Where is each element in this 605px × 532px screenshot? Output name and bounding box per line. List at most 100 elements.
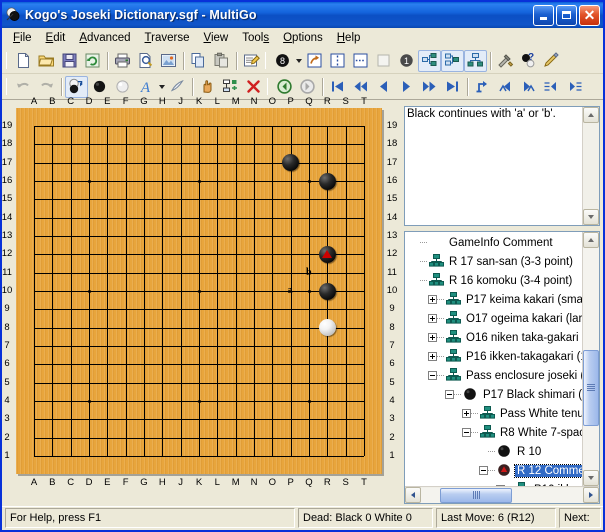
brush-icon[interactable] — [540, 50, 563, 72]
tree-item[interactable]: R 12 Commen — [405, 461, 582, 480]
scroll-up-icon[interactable] — [583, 107, 599, 123]
insert-node-icon[interactable] — [219, 76, 242, 98]
tree-item[interactable]: P17 keima kakari (small k — [405, 290, 582, 309]
tree-expand-icon[interactable] — [428, 314, 437, 323]
tree-item[interactable]: R 10 — [405, 442, 582, 461]
next-variation-icon[interactable] — [517, 76, 540, 98]
tree-vscroll-thumb[interactable] — [583, 350, 599, 426]
menu-file[interactable]: File — [6, 30, 39, 46]
print-preview-icon[interactable] — [134, 50, 157, 72]
toolbar-grip[interactable] — [265, 52, 268, 69]
tree-item[interactable]: Pass enclosure joseki (e — [405, 366, 582, 385]
variation-arrow-icon[interactable] — [303, 50, 326, 72]
tree-item[interactable]: P17 Black shimari (co — [405, 385, 582, 404]
go-board[interactable]: ab AABBCCDDEEFFGGHHJJKKLLMMNNOOPPQQRRSST… — [2, 96, 398, 488]
rewind-10-icon[interactable] — [349, 76, 372, 98]
undo-icon[interactable] — [12, 76, 35, 98]
tree-vscroll-track[interactable] — [583, 248, 599, 470]
prev-sibling-icon[interactable] — [540, 76, 563, 98]
tree-hscroll-track[interactable] — [421, 487, 583, 503]
black-stone-icon[interactable] — [88, 76, 111, 98]
tree-expand-icon[interactable] — [462, 409, 471, 418]
tree-expand-icon[interactable] — [428, 352, 437, 361]
tree-item[interactable]: P10 ikke — [405, 480, 582, 486]
redo-icon[interactable] — [35, 76, 58, 98]
tree-vertical-icon[interactable] — [464, 49, 487, 72]
toolbar-grip[interactable] — [267, 78, 270, 95]
minimize-button[interactable] — [533, 4, 554, 26]
tree-collapse-icon[interactable] — [428, 371, 437, 380]
toolbar-grip[interactable] — [6, 52, 9, 69]
white-stone-icon[interactable] — [111, 76, 134, 98]
tree-item[interactable]: R 16 komoku (3-4 point) — [405, 271, 582, 290]
paste-icon[interactable] — [210, 50, 233, 72]
go-stone-white[interactable] — [318, 319, 336, 337]
label-dropdown-icon[interactable] — [157, 76, 166, 98]
black-stone-number-icon[interactable]: 8 — [271, 50, 294, 72]
blank-box-icon[interactable] — [372, 50, 395, 72]
tree-horizontal-scrollbar[interactable] — [405, 486, 599, 503]
tree-collapse-icon[interactable] — [462, 428, 471, 437]
tree-item[interactable]: O16 niken taka-gakari (t — [405, 328, 582, 347]
menu-options[interactable]: Options — [276, 30, 330, 46]
up-branch-icon[interactable] — [471, 76, 494, 98]
tree-vertical-scrollbar[interactable] — [582, 232, 599, 486]
scroll-down-icon[interactable] — [583, 209, 599, 225]
prev-variation-icon[interactable] — [494, 76, 517, 98]
tree-item[interactable]: R8 White 7-spac — [405, 423, 582, 442]
tree-scroll-up-icon[interactable] — [583, 232, 599, 248]
tree-item[interactable]: O17 ogeima kakari (large — [405, 309, 582, 328]
prev-move-icon[interactable] — [372, 76, 395, 98]
menu-advanced[interactable]: Advanced — [72, 30, 137, 46]
menu-edit[interactable]: Edit — [39, 30, 73, 46]
board-surface[interactable]: ab AABBCCDDEEFFGGHHJJKKLLMMNNOOPPQQRRSST… — [2, 96, 398, 488]
tree-list[interactable]: GameInfo Comment R 17 san-san (3-3 point)… — [405, 232, 582, 486]
close-button[interactable]: ✕ — [579, 4, 600, 26]
go-stone-black[interactable] — [318, 172, 336, 190]
copy-icon[interactable] — [187, 50, 210, 72]
tree-hscroll-thumb[interactable] — [440, 487, 512, 503]
tree-item[interactable]: P16 ikken-takagakari (1- — [405, 347, 582, 366]
save-disk-icon[interactable] — [58, 50, 81, 72]
tree-expand-icon[interactable] — [428, 295, 437, 304]
help-question-icon[interactable]: ? — [517, 50, 540, 72]
go-stone-black[interactable] — [318, 282, 336, 300]
tree-scroll-down-icon[interactable] — [583, 470, 599, 486]
menu-traverse[interactable]: Traverse — [138, 30, 197, 46]
stone-one-icon[interactable]: 1 — [395, 50, 418, 72]
export-image-icon[interactable] — [157, 50, 180, 72]
tree-item[interactable]: Pass White tenu — [405, 404, 582, 423]
tree-scroll-right-icon[interactable] — [583, 487, 599, 503]
edit-properties-icon[interactable] — [240, 50, 263, 72]
tree-collapse-icon[interactable] — [445, 390, 454, 399]
hand-pan-icon[interactable] — [196, 76, 219, 98]
delete-red-x-icon[interactable] — [242, 76, 265, 98]
menu-tools[interactable]: Tools — [235, 30, 276, 46]
tree-expand-icon[interactable] — [428, 333, 437, 342]
tree-compact-icon[interactable] — [441, 49, 464, 72]
forward-green-icon[interactable] — [296, 76, 319, 98]
comment-scrollbar[interactable] — [582, 107, 599, 225]
last-move-icon[interactable] — [441, 76, 464, 98]
tree-scroll-left-icon[interactable] — [405, 487, 421, 503]
eraser-icon[interactable] — [166, 76, 189, 98]
refresh-icon[interactable] — [81, 50, 104, 72]
print-icon[interactable] — [111, 50, 134, 72]
tools-hammer-icon[interactable] — [494, 50, 517, 72]
back-green-icon[interactable] — [273, 76, 296, 98]
tree-expand-icon[interactable] — [496, 485, 505, 486]
tree-item[interactable]: R 17 san-san (3-3 point) — [405, 252, 582, 271]
tree-collapse-icon[interactable] — [479, 466, 488, 475]
new-file-icon[interactable] — [12, 50, 35, 72]
dotted-line-icon[interactable] — [326, 50, 349, 72]
dashed-box-icon[interactable] — [349, 50, 372, 72]
open-folder-icon[interactable] — [35, 50, 58, 72]
tree-item[interactable]: GameInfo Comment — [405, 233, 582, 252]
move-number-dropdown-icon[interactable] — [294, 50, 303, 72]
toolbar-grip[interactable] — [6, 78, 9, 95]
alternate-stones-icon[interactable] — [65, 75, 88, 98]
next-move-icon[interactable] — [395, 76, 418, 98]
menu-view[interactable]: View — [197, 30, 236, 46]
tree-horizontal-icon[interactable] — [418, 49, 441, 72]
forward-10-icon[interactable] — [418, 76, 441, 98]
